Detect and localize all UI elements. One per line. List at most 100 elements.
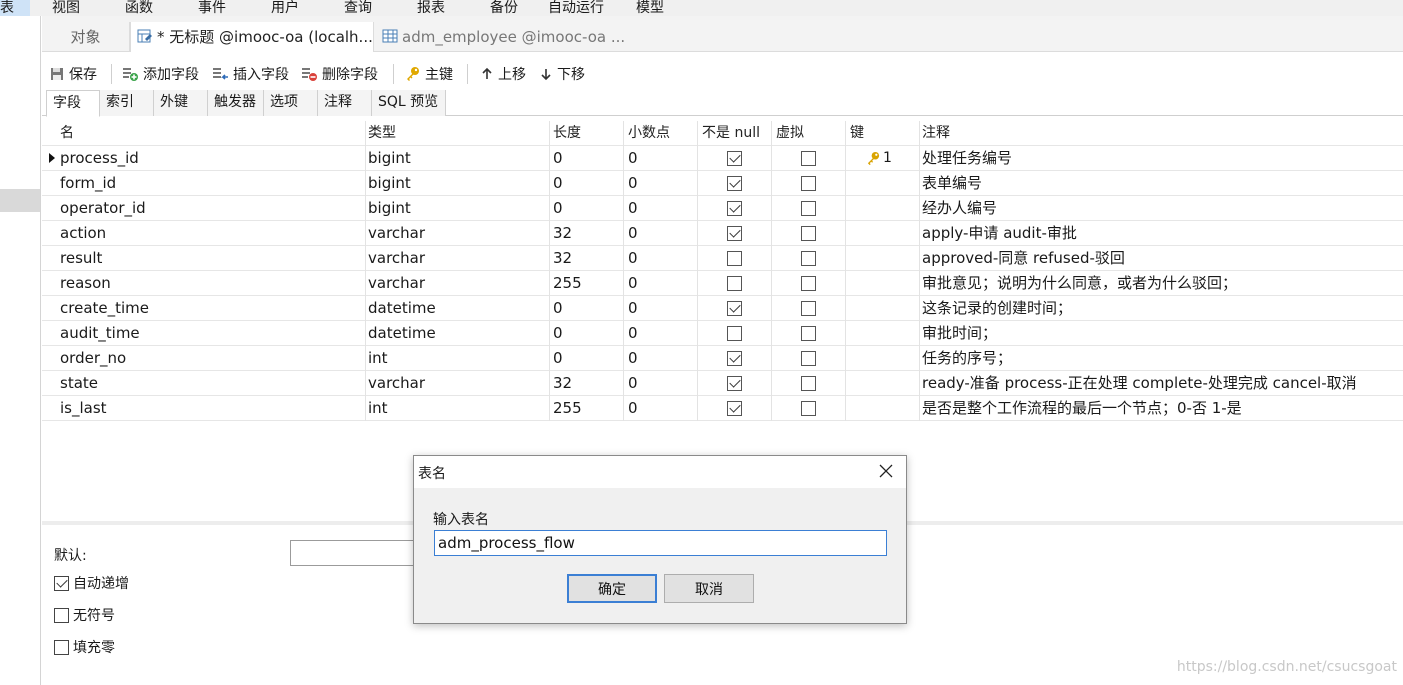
cell-type[interactable]: datetime [364,296,550,321]
cell-name[interactable]: audit_time [56,321,366,346]
cell-length[interactable]: 0 [549,346,624,371]
default-value-input[interactable] [290,540,420,566]
cell-decimals[interactable]: 0 [624,246,698,271]
not-null-checkbox[interactable] [727,376,742,391]
header-length[interactable]: 长度 [549,121,624,146]
virtual-checkbox[interactable] [801,226,816,241]
virtual-checkbox[interactable] [801,301,816,316]
cell-type[interactable]: int [364,346,550,371]
cell-type[interactable]: datetime [364,321,550,346]
cell-decimals[interactable]: 0 [624,321,698,346]
ok-button[interactable]: 确定 [567,574,657,603]
table-row[interactable]: create_time datetime 0 0 这条记录的创建时间； [42,296,1403,321]
menu-item-table[interactable]: 表 [0,0,30,16]
primary-key-button[interactable]: 主键 [405,64,453,84]
cell-name[interactable]: order_no [56,346,366,371]
table-row[interactable]: form_id bigint 0 0 表单编号 [42,171,1403,196]
menu-item-reports[interactable]: 报表 [417,0,445,16]
cell-name[interactable]: create_time [56,296,366,321]
cell-comment[interactable]: 这条记录的创建时间； [918,296,1403,321]
cell-key[interactable] [846,396,920,421]
insert-field-button[interactable]: 插入字段 [212,64,289,84]
cell-name[interactable]: result [56,246,366,271]
auto-increment-checkbox[interactable] [54,575,69,591]
cell-comment[interactable]: ready-准备 process-正在处理 complete-处理完成 canc… [918,371,1403,396]
cell-length[interactable]: 255 [549,396,624,421]
save-button[interactable]: 保存 [49,64,97,84]
cell-comment[interactable]: 任务的序号； [918,346,1403,371]
zerofill-checkbox[interactable] [54,639,69,655]
cell-comment[interactable]: 表单编号 [918,171,1403,196]
not-null-checkbox[interactable] [727,251,742,266]
tab-fields[interactable]: 字段 [46,90,100,117]
table-row[interactable]: process_id bigint 0 0 1 处理任务编号 [42,146,1403,171]
cell-decimals[interactable]: 0 [624,221,698,246]
cell-decimals[interactable]: 0 [624,171,698,196]
cell-name[interactable]: process_id [56,146,366,171]
menu-item-view[interactable]: 视图 [52,0,80,16]
virtual-checkbox[interactable] [801,151,816,166]
menu-item-automation[interactable]: 自动运行 [548,0,604,16]
tab-options[interactable]: 选项 [264,90,318,116]
cell-name[interactable]: is_last [56,396,366,421]
menu-item-functions[interactable]: 函数 [125,0,153,16]
navigator-selected-item[interactable] [0,189,40,212]
not-null-checkbox[interactable] [727,351,742,366]
cell-decimals[interactable]: 0 [624,296,698,321]
table-row[interactable]: is_last int 255 0 是否是整个工作流程的最后一个节点；0-否 1-是 [42,396,1403,421]
cell-decimals[interactable]: 0 [624,271,698,296]
cell-type[interactable]: bigint [364,146,550,171]
cell-length[interactable]: 0 [549,146,624,171]
cell-decimals[interactable]: 0 [624,346,698,371]
virtual-checkbox[interactable] [801,251,816,266]
header-virtual[interactable]: 虚拟 [772,121,846,146]
cell-type[interactable]: varchar [364,371,550,396]
cell-name[interactable]: state [56,371,366,396]
tab-indexes[interactable]: 索引 [100,90,154,116]
cell-comment[interactable]: 审批意见；说明为什么同意，或者为什么驳回； [918,271,1403,296]
header-type[interactable]: 类型 [364,121,550,146]
cell-key[interactable] [846,196,920,221]
cell-type[interactable]: varchar [364,271,550,296]
cell-comment[interactable]: 经办人编号 [918,196,1403,221]
cell-type[interactable]: int [364,396,550,421]
cell-key[interactable] [846,171,920,196]
header-name[interactable]: 名 [56,121,366,146]
cell-type[interactable]: bigint [364,171,550,196]
cell-length[interactable]: 0 [549,171,624,196]
tab-foreign-keys[interactable]: 外键 [154,90,208,116]
tab-sql-preview[interactable]: SQL 预览 [372,90,446,116]
virtual-checkbox[interactable] [801,276,816,291]
table-row[interactable]: state varchar 32 0 ready-准备 process-正在处理 com… [42,371,1403,396]
menu-item-backup[interactable]: 备份 [490,0,518,16]
virtual-checkbox[interactable] [801,351,816,366]
cell-comment[interactable]: approved-同意 refused-驳回 [918,246,1403,271]
menu-item-query[interactable]: 查询 [344,0,372,16]
menu-item-users[interactable]: 用户 [271,0,299,16]
cell-comment[interactable]: 处理任务编号 [918,146,1403,171]
table-row[interactable]: reason varchar 255 0 审批意见；说明为什么同意，或者为什么驳回； [42,271,1403,296]
tab-adm-employee[interactable]: adm_employee @imooc-oa ... [376,22,626,52]
table-row[interactable]: order_no int 0 0 任务的序号； [42,346,1403,371]
header-comment[interactable]: 注释 [918,121,1403,146]
delete-field-button[interactable]: 删除字段 [301,64,378,84]
close-icon[interactable] [878,463,894,479]
table-row[interactable]: action varchar 32 0 apply-申请 audit-审批 [42,221,1403,246]
cell-name[interactable]: reason [56,271,366,296]
cell-comment[interactable]: apply-申请 audit-审批 [918,221,1403,246]
not-null-checkbox[interactable] [727,201,742,216]
cell-name[interactable]: operator_id [56,196,366,221]
header-decimals[interactable]: 小数点 [624,121,698,146]
cell-key[interactable] [846,321,920,346]
cell-decimals[interactable]: 0 [624,396,698,421]
header-not-null[interactable]: 不是 null [698,121,772,146]
header-key[interactable]: 键 [846,121,920,146]
cell-comment[interactable]: 是否是整个工作流程的最后一个节点；0-否 1-是 [918,396,1403,421]
unsigned-option[interactable]: 无符号 [54,605,115,625]
move-up-button[interactable]: 上移 [480,64,526,84]
cell-type[interactable]: varchar [364,246,550,271]
cell-length[interactable]: 0 [549,296,624,321]
tab-untitled-table[interactable]: * 无标题 @imooc-oa (localh... [130,22,374,52]
not-null-checkbox[interactable] [727,301,742,316]
tab-triggers[interactable]: 触发器 [208,90,264,116]
